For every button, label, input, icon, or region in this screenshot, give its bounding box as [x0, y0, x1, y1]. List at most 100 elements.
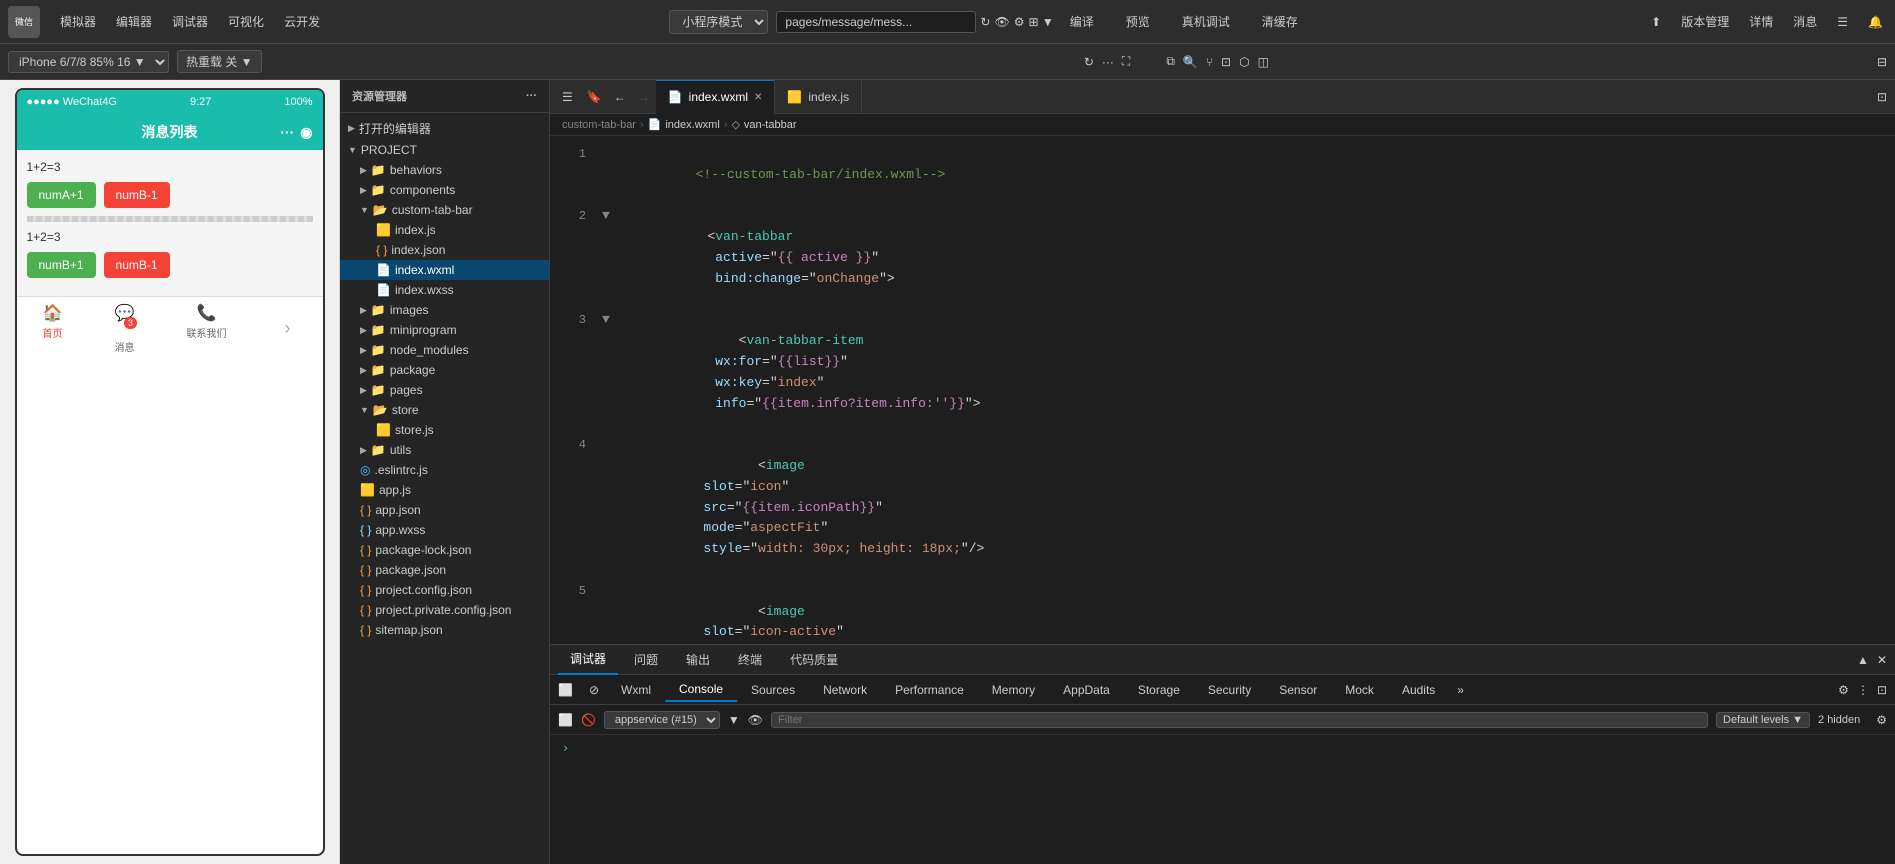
share-icon[interactable]: ⬆ — [1647, 13, 1665, 31]
devtools-tab-appdata[interactable]: AppData — [1049, 679, 1124, 701]
compile-btn[interactable]: 编译 — [1062, 9, 1102, 34]
devtools-tab-performance[interactable]: Performance — [881, 679, 978, 701]
debugger-btn[interactable]: 调试器 — [164, 9, 216, 34]
file-sitemap[interactable]: { } sitemap.json — [340, 620, 549, 640]
file-index-wxss[interactable]: 📄 index.wxss — [340, 280, 549, 300]
devtools-block-icon[interactable]: ⊘ — [581, 683, 607, 697]
branch-icon[interactable]: ⑂ — [1206, 55, 1213, 69]
folder-pages[interactable]: ▶ 📁 pages — [340, 380, 549, 400]
file-tree-more-icon[interactable]: ··· — [526, 90, 537, 102]
preview-icon[interactable]: 👁 — [994, 15, 1009, 29]
clear-cache-btn[interactable]: 清缓存 — [1254, 9, 1306, 34]
settings-icon[interactable]: ⚙ — [1014, 15, 1025, 29]
devtools-menu-icon[interactable]: ⋮ — [1857, 683, 1869, 697]
search2-icon[interactable]: 🔍 — [1183, 55, 1198, 69]
file-store-js[interactable]: 🟨 store.js — [340, 420, 549, 440]
console-filter-input[interactable] — [771, 712, 1708, 728]
file-package-json[interactable]: { } package.json — [340, 560, 549, 580]
visualize-btn[interactable]: 可视化 — [220, 9, 272, 34]
console-service-select[interactable]: appservice (#15) — [604, 711, 720, 729]
path-input[interactable] — [776, 11, 976, 33]
open-editors-section[interactable]: ▶ 打开的编辑器 — [340, 117, 549, 140]
device-select[interactable]: iPhone 6/7/8 85% 16 ▼ — [8, 51, 169, 73]
hotkey-btn[interactable]: 热重载 关 ▼ — [177, 50, 262, 73]
tab-message[interactable]: 💬 3 消息 — [115, 303, 135, 354]
folder-components[interactable]: ▶ 📁 components — [340, 180, 549, 200]
code-editor[interactable]: 1 <!--custom-tab-bar/index.wxml--> 2 ▼ <… — [550, 136, 1895, 644]
file-index-js[interactable]: 🟨 index.js — [340, 220, 549, 240]
devtools-dock-icon[interactable]: ⊡ — [1877, 683, 1887, 697]
tab-output[interactable]: 输出 — [674, 645, 722, 675]
file-package-lock[interactable]: { } package-lock.json — [340, 540, 549, 560]
file-app-json[interactable]: { } app.json — [340, 500, 549, 520]
folder-behaviors[interactable]: ▶ 📁 behaviors — [340, 160, 549, 180]
editor-back-icon[interactable]: ← — [608, 90, 632, 104]
tab-wxml-close-icon[interactable]: ✕ — [754, 92, 762, 103]
file-app-js[interactable]: 🟨 app.js — [340, 480, 549, 500]
cloud-btn[interactable]: 云开发 — [276, 9, 328, 34]
devtools-tab-wxml[interactable]: Wxml — [607, 679, 665, 701]
numb-minus-btn-2[interactable]: numB-1 — [104, 252, 170, 278]
more-icon[interactable]: ··· — [1102, 55, 1114, 69]
refresh-icon[interactable]: ↻ — [980, 15, 990, 29]
folder-store[interactable]: ▼ 📂 store — [340, 400, 549, 420]
version-btn[interactable]: 版本管理 — [1677, 11, 1733, 32]
editor-forward-icon[interactable]: → — [632, 90, 656, 104]
devtools-tab-mock[interactable]: Mock — [1331, 679, 1388, 701]
devtools-more-icon[interactable]: » — [1449, 679, 1472, 701]
camera-icon[interactable]: ◉ — [300, 124, 312, 141]
numb-minus-btn-1[interactable]: numB-1 — [104, 182, 170, 208]
real-debug-btn[interactable]: 真机调试 — [1174, 9, 1238, 34]
editor-toolbar-icon[interactable]: ☰ — [554, 90, 581, 104]
tab-code-quality[interactable]: 代码质量 — [778, 645, 850, 675]
file-app-wxss[interactable]: { } app.wxss — [340, 520, 549, 540]
tab-home[interactable]: 🏠 首页 — [43, 303, 63, 354]
folder-utils[interactable]: ▶ 📁 utils — [340, 440, 549, 460]
mode-select[interactable]: 小程序模式 — [669, 10, 768, 34]
tab-debugger[interactable]: 调试器 — [558, 645, 618, 675]
console-eye-icon[interactable]: 👁 — [748, 713, 763, 727]
folder-node-modules[interactable]: ▶ 📁 node_modules — [340, 340, 549, 360]
file-project-private-config[interactable]: { } project.private.config.json — [340, 600, 549, 620]
tab-issues[interactable]: 问题 — [622, 645, 670, 675]
folder-package[interactable]: ▶ 📁 package — [340, 360, 549, 380]
layers-icon[interactable]: ⊞ ▼ — [1028, 15, 1053, 29]
bell-icon[interactable]: 🔔 — [1864, 13, 1887, 31]
file-eslintrc[interactable]: ◎ .eslintrc.js — [340, 460, 549, 480]
console-settings-icon[interactable]: ⚙ — [1876, 713, 1887, 727]
numa-plus-btn[interactable]: numA+1 — [27, 182, 96, 208]
folder-images[interactable]: ▶ 📁 images — [340, 300, 549, 320]
folder-custom-tab-bar[interactable]: ▼ 📂 custom-tab-bar — [340, 200, 549, 220]
tab-index-js[interactable]: 🟨 index.js — [775, 80, 862, 114]
console-arrow[interactable]: › — [562, 741, 569, 755]
simulator-btn[interactable]: 模拟器 — [52, 9, 104, 34]
project-section[interactable]: ▼ PROJECT — [340, 140, 549, 160]
refresh2-icon[interactable]: ↻ — [1084, 55, 1094, 69]
tab-terminal[interactable]: 终端 — [726, 645, 774, 675]
fullscreen-icon[interactable]: ⛶ — [1122, 54, 1130, 69]
detail-btn[interactable]: 详情 — [1745, 11, 1777, 32]
devtools-tab-memory[interactable]: Memory — [978, 679, 1049, 701]
console-inspect-icon[interactable]: ⬜ — [558, 713, 573, 727]
devtools-tab-audits[interactable]: Audits — [1388, 679, 1449, 701]
tab-index-wxml[interactable]: 📄 index.wxml ✕ — [656, 80, 776, 114]
tab-contact[interactable]: 📞 联系我们 — [187, 303, 227, 354]
console-service-arrow[interactable]: ▼ — [728, 713, 740, 727]
editor-btn[interactable]: 编辑器 — [108, 9, 160, 34]
dots-icon[interactable]: ··· — [280, 124, 294, 141]
split-editor-icon[interactable]: ⊡ — [1877, 90, 1887, 104]
devtools-gear-icon[interactable]: ⚙ — [1838, 683, 1849, 697]
file-project-config[interactable]: { } project.config.json — [340, 580, 549, 600]
devtools-tab-security[interactable]: Security — [1194, 679, 1265, 701]
devtools-tab-storage[interactable]: Storage — [1124, 679, 1194, 701]
file-index-json[interactable]: { } index.json — [340, 240, 549, 260]
file-index-wxml[interactable]: 📄 index.wxml — [340, 260, 549, 280]
devtools-tab-sensor[interactable]: Sensor — [1265, 679, 1331, 701]
devtools-inspect-icon[interactable]: ⬜ — [550, 683, 581, 697]
devtools-tab-sources[interactable]: Sources — [737, 679, 809, 701]
pages-icon[interactable]: ⬡ — [1239, 55, 1249, 69]
console-clear-icon[interactable]: 🚫 — [581, 713, 596, 727]
split-icon[interactable]: ⊟ — [1877, 55, 1887, 69]
expand-icon[interactable]: › — [279, 303, 297, 354]
numb-plus-btn[interactable]: numB+1 — [27, 252, 96, 278]
